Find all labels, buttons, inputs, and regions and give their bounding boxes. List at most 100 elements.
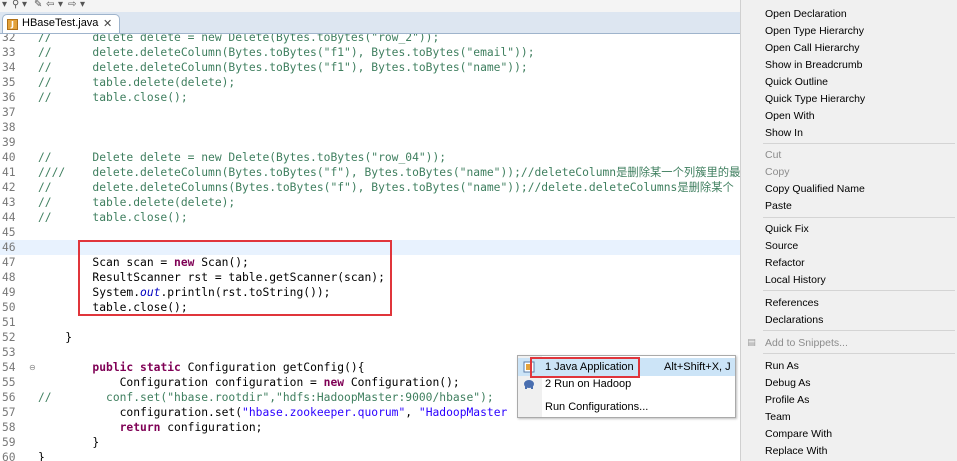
menu-item-quick-outline[interactable]: Quick Outline: [741, 74, 957, 91]
line-number: 41: [2, 166, 16, 179]
menu-item-paste[interactable]: Paste: [741, 198, 957, 215]
menu-item-open-declaration[interactable]: Open Declaration: [741, 6, 957, 23]
line-number: 52: [2, 331, 16, 344]
code-line[interactable]: 43 // table.delete(delete);: [0, 195, 740, 210]
line-number: 55: [2, 376, 16, 389]
code-text: // table.close();: [38, 91, 188, 104]
code-text: }: [38, 436, 100, 449]
menu-item-replace-with[interactable]: Replace With: [741, 443, 957, 460]
line-number: 39: [2, 136, 16, 149]
pin-icon[interactable]: ✎: [34, 0, 42, 10]
menu-item-show-in[interactable]: Show In: [741, 125, 957, 142]
code-line[interactable]: 42 // delete.deleteColumns(Bytes.toBytes(…: [0, 180, 740, 195]
menu-item-label: Local History: [765, 274, 826, 286]
code-line[interactable]: 32 // delete delete = new Delete(Bytes.to…: [0, 34, 740, 45]
close-icon[interactable]: ✕: [103, 17, 112, 30]
back-icon[interactable]: ⇦: [46, 0, 54, 10]
code-line[interactable]: 39: [0, 135, 740, 150]
menu-separator: [763, 353, 955, 354]
code-line[interactable]: 51: [0, 315, 740, 330]
line-number: 56: [2, 391, 16, 404]
line-number: 44: [2, 211, 16, 224]
menu-item-declarations[interactable]: Declarations: [741, 312, 957, 329]
code-line[interactable]: 38: [0, 120, 740, 135]
menu-item-label: Team: [765, 411, 791, 423]
code-line[interactable]: 34 // delete.deleteColumn(Bytes.toBytes("…: [0, 60, 740, 75]
code-text: // table.close();: [38, 211, 188, 224]
menu-item-debug-as[interactable]: Debug As: [741, 375, 957, 392]
menu-item-run-as[interactable]: Run As: [741, 358, 957, 375]
menu-item-label: Declarations: [765, 314, 824, 326]
code-line[interactable]: 33 // delete.deleteColumn(Bytes.toBytes("…: [0, 45, 740, 60]
menu-item-open-type-hierarchy[interactable]: Open Type Hierarchy: [741, 23, 957, 40]
chevron-down-icon[interactable]: ▾: [80, 0, 85, 10]
menu-item-run-configurations[interactable]: Run Configurations...: [518, 398, 735, 416]
code-line[interactable]: 36 // table.close();: [0, 90, 740, 105]
editor-tab-strip: J HBaseTest.java ✕: [0, 12, 740, 34]
fold-toggle-icon[interactable]: ⊖: [29, 360, 36, 375]
menu-item-open-call-hierarchy[interactable]: Open Call Hierarchy: [741, 40, 957, 57]
menu-item-copy-qualified-name[interactable]: Copy Qualified Name: [741, 181, 957, 198]
pin-icon[interactable]: ⚲: [12, 0, 19, 10]
menu-item-add-to-snippets[interactable]: ▤ Add to Snippets...: [741, 335, 957, 352]
menu-item-compare-with[interactable]: Compare With: [741, 426, 957, 443]
line-number: 33: [2, 46, 16, 59]
line-number: 46: [2, 241, 16, 254]
line-number: 42: [2, 181, 16, 194]
chevron-down-icon[interactable]: ▾: [58, 0, 63, 10]
menu-separator: [763, 217, 955, 218]
tab-label: HBaseTest.java: [22, 17, 99, 29]
code-line[interactable]: 40 // Delete delete = new Delete(Bytes.to…: [0, 150, 740, 165]
code-line[interactable]: 41 //// delete.deleteColumn(Bytes.toBytes…: [0, 165, 740, 180]
menu-item-local-history[interactable]: Local History: [741, 272, 957, 289]
line-number: 53: [2, 346, 16, 359]
menu-item-references[interactable]: References: [741, 295, 957, 312]
line-number: 50: [2, 301, 16, 314]
line-number: 57: [2, 406, 16, 419]
code-line[interactable]: 35 // table.delete(delete);: [0, 75, 740, 90]
code-line[interactable]: 37: [0, 105, 740, 120]
menu-item-label: Cut: [765, 149, 782, 161]
menu-item-label: References: [765, 297, 819, 309]
line-number: 38: [2, 121, 16, 134]
code-text: // delete delete = new Delete(Bytes.toBy…: [38, 34, 440, 44]
menu-item-label: Open Call Hierarchy: [765, 42, 860, 54]
menu-item-refactor[interactable]: Refactor: [741, 255, 957, 272]
code-line[interactable]: 52 }: [0, 330, 740, 345]
code-text: // delete.deleteColumn(Bytes.toBytes("f1…: [38, 61, 528, 74]
menu-item-label: Paste: [765, 200, 792, 212]
menu-separator: [763, 290, 955, 291]
menu-item-label: Refactor: [765, 257, 805, 269]
menu-item-quick-fix[interactable]: Quick Fix: [741, 221, 957, 238]
menu-item-team[interactable]: Team: [741, 409, 957, 426]
chevron-down-icon[interactable]: ▾: [22, 0, 27, 10]
menu-item-open-with[interactable]: Open With: [741, 108, 957, 125]
menu-item-copy[interactable]: Copy: [741, 164, 957, 181]
code-line[interactable]: 60}: [0, 450, 740, 461]
menu-item-profile-as[interactable]: Profile As: [741, 392, 957, 409]
dropdown-arrow-icon[interactable]: ▾: [2, 0, 7, 10]
line-number: 45: [2, 226, 16, 239]
menu-item-show-in-breadcrumb[interactable]: Show in Breadcrumb: [741, 57, 957, 74]
code-line[interactable]: 59 }: [0, 435, 740, 450]
code-line[interactable]: 44 // table.close();: [0, 210, 740, 225]
toolbar: ▾ ⚲ ▾ ✎ ⇦ ▾ ⇨ ▾: [0, 0, 740, 12]
forward-icon[interactable]: ⇨: [68, 0, 76, 10]
menu-item-quick-type-hierarchy[interactable]: Quick Type Hierarchy: [741, 91, 957, 108]
menu-item-label: Replace With: [765, 445, 828, 457]
menu-item-cut[interactable]: Cut: [741, 147, 957, 164]
menu-item-source[interactable]: Source: [741, 238, 957, 255]
line-number: 48: [2, 271, 16, 284]
code-text: // table.delete(delete);: [38, 76, 236, 89]
menu-separator: [763, 143, 955, 144]
context-menu: Open Declaration Open Type Hierarchy Open …: [740, 0, 957, 461]
line-number: 60: [2, 451, 16, 461]
code-line[interactable]: 58 return configuration;: [0, 420, 740, 435]
line-number: 34: [2, 61, 16, 74]
snippet-icon: ▤: [747, 338, 756, 348]
line-number: 59: [2, 436, 16, 449]
code-line[interactable]: 45: [0, 225, 740, 240]
line-number: 35: [2, 76, 16, 89]
tab-hbasetest-java[interactable]: J HBaseTest.java ✕: [2, 14, 120, 33]
menu-item-accelerator: Alt+Shift+X, J: [664, 361, 731, 373]
